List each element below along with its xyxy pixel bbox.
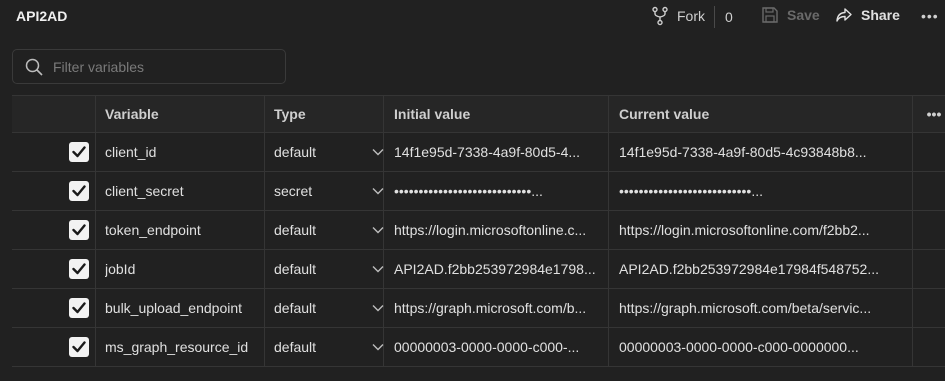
checkmark-icon [72, 341, 86, 353]
variable-name-cell[interactable]: client_secret [105, 172, 265, 210]
share-label: Share [861, 7, 900, 23]
type-value: secret [274, 183, 313, 199]
column-header-variable: Variable [105, 106, 159, 122]
toolbar-divider [714, 6, 715, 28]
initial-value-cell[interactable]: https://graph.microsoft.com/b... [394, 289, 609, 327]
type-value: default [274, 144, 317, 160]
save-label: Save [787, 7, 820, 23]
table-header-row: Variable Type Initial value Current valu… [12, 95, 945, 133]
initial-value-cell[interactable]: API2AD.f2bb253972984e1798... [394, 250, 609, 288]
checkmark-icon [72, 302, 86, 314]
variables-table: Variable Type Initial value Current valu… [12, 95, 945, 367]
save-icon [762, 7, 778, 23]
enable-checkbox[interactable] [69, 220, 89, 240]
variable-name-cell[interactable]: jobId [105, 250, 265, 288]
type-select[interactable]: secret [274, 172, 384, 210]
table-row: token_endpoint default https://login.mic… [12, 211, 945, 250]
current-value-cell[interactable]: https://login.microsoftonline.com/f2bb2.… [619, 211, 919, 249]
column-header-initial-value: Initial value [394, 106, 471, 122]
current-value-cell[interactable]: •••••••••••••••••••••••••••... [619, 172, 919, 210]
type-value: default [274, 339, 317, 355]
initial-value-cell[interactable]: https://login.microsoftonline.c... [394, 211, 609, 249]
enable-checkbox[interactable] [69, 142, 89, 162]
type-select[interactable]: default [274, 250, 384, 288]
column-header-type: Type [274, 106, 306, 122]
collection-title: API2AD [16, 8, 68, 24]
filter-search-box[interactable] [12, 49, 286, 84]
search-icon [25, 58, 43, 76]
enable-checkbox[interactable] [69, 259, 89, 279]
fork-button[interactable]: Fork [651, 6, 705, 26]
enable-checkbox[interactable] [69, 337, 89, 357]
chevron-down-icon [372, 305, 384, 312]
initial-value-cell[interactable]: ••••••••••••••••••••••••••••... [394, 172, 609, 210]
table-row: ms_graph_resource_id default 00000003-00… [12, 328, 945, 367]
enable-checkbox[interactable] [69, 181, 89, 201]
current-value-cell[interactable]: API2AD.f2bb253972984e17984f548752... [619, 250, 919, 288]
chevron-down-icon [372, 188, 384, 195]
table-row: bulk_upload_endpoint default https://gra… [12, 289, 945, 328]
column-options-icon[interactable]: ••• [923, 96, 945, 132]
variable-name-cell[interactable]: token_endpoint [105, 211, 265, 249]
current-value-cell[interactable]: https://graph.microsoft.com/beta/servic.… [619, 289, 919, 327]
type-value: default [274, 300, 317, 316]
type-select[interactable]: default [274, 328, 384, 366]
chevron-down-icon [372, 266, 384, 273]
checkmark-icon [72, 263, 86, 275]
type-value: default [274, 222, 317, 238]
share-icon [836, 8, 852, 22]
fork-label: Fork [677, 8, 705, 24]
table-row: client_id default 14f1e95d-7338-4a9f-80d… [12, 133, 945, 172]
type-select[interactable]: default [274, 133, 384, 171]
more-options-icon[interactable]: ••• [921, 8, 939, 24]
initial-value-cell[interactable]: 14f1e95d-7338-4a9f-80d5-4... [394, 133, 609, 171]
variable-name-cell[interactable]: client_id [105, 133, 265, 171]
table-row: client_secret secret •••••••••••••••••••… [12, 172, 945, 211]
save-button[interactable]: Save [761, 6, 820, 24]
variable-name-cell[interactable]: ms_graph_resource_id [105, 328, 265, 366]
fork-count: 0 [725, 9, 733, 25]
type-select[interactable]: default [274, 289, 384, 327]
current-value-cell[interactable]: 14f1e95d-7338-4a9f-80d5-4c93848b8... [619, 133, 919, 171]
checkmark-icon [72, 185, 86, 197]
variable-name-cell[interactable]: bulk_upload_endpoint [105, 289, 265, 327]
header-bar: API2AD Fork 0 Save Share ••• [0, 0, 945, 36]
share-button[interactable]: Share [835, 6, 900, 24]
enable-checkbox[interactable] [69, 298, 89, 318]
current-value-cell[interactable]: 00000003-0000-0000-c000-0000000... [619, 328, 919, 366]
fork-icon [652, 6, 668, 26]
checkmark-icon [72, 146, 86, 158]
type-select[interactable]: default [274, 211, 384, 249]
filter-variables-input[interactable] [53, 58, 273, 75]
chevron-down-icon [372, 227, 384, 234]
checkmark-icon [72, 224, 86, 236]
chevron-down-icon [372, 149, 384, 156]
type-value: default [274, 261, 317, 277]
initial-value-cell[interactable]: 00000003-0000-0000-c000-... [394, 328, 609, 366]
column-header-current-value: Current value [619, 106, 710, 122]
table-row: jobId default API2AD.f2bb253972984e1798.… [12, 250, 945, 289]
chevron-down-icon [372, 344, 384, 351]
